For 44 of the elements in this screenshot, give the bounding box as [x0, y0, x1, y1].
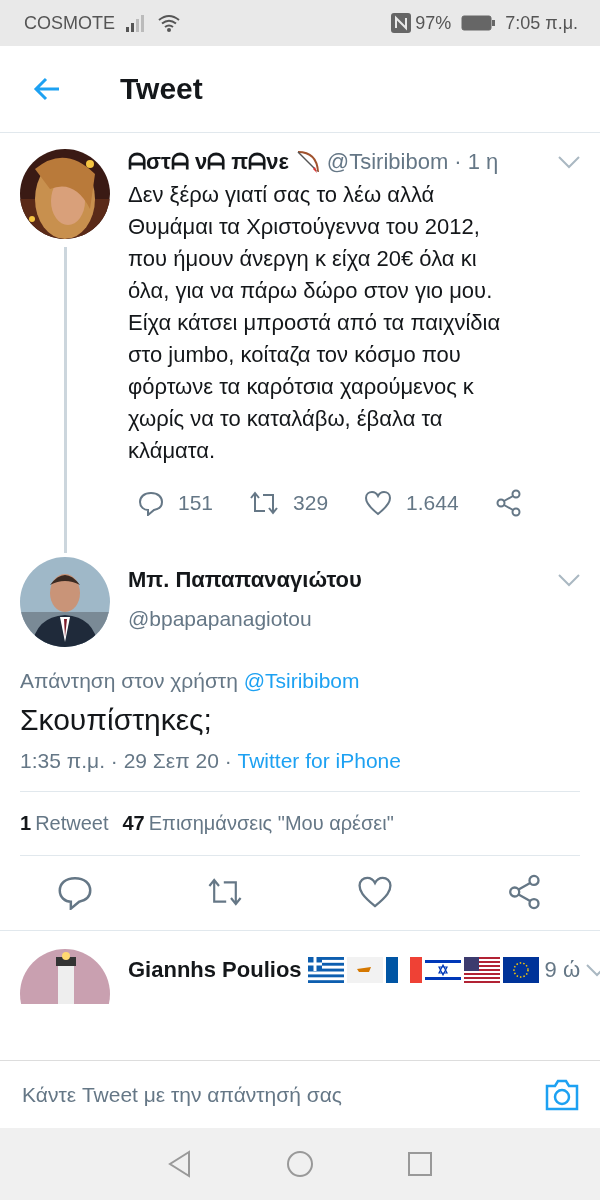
flag-icon — [307, 957, 344, 983]
tweet-time: · 1 η — [454, 149, 499, 175]
heart-icon — [364, 490, 393, 516]
retweet-icon — [249, 491, 280, 515]
tweet-text: Δεν ξέρω γιατί σας το λέω αλλά Θυμάμαι τα Χριστούγεννα του 2012, που ήμουν άνεργη κ είχα 20€ όλα κι όλα, για να πάρω δώρο στον γιο μου. Είχα κάτσει μπροστά από τα παιχνίδια στο jumbo, κοίταζα τον κόσμο που φόρτωνε τα καρότσια χαρούμενος κ χωρίς να το καταλάβω, έβαλα τα κλάματα. — [128, 181, 502, 465]
flag-icon — [424, 957, 461, 983]
share-button[interactable] — [494, 489, 523, 517]
carrier-name: COSMOTE — [24, 12, 115, 34]
tweet-text: Σκουπίστηκες; — [20, 703, 213, 737]
author-handle[interactable]: @Tsiribibom — [326, 149, 449, 175]
author-name[interactable]: Giannhs Poulios — [128, 957, 302, 983]
tweet-timestamp: 1:35 π.μ. · 29 Σεπ 20 · Twitter for iPhone — [20, 749, 402, 773]
reply-button[interactable]: 151 — [138, 490, 214, 516]
tweet-time: 9 ώ — [544, 957, 581, 983]
reply-button[interactable] — [57, 874, 93, 910]
flag-icon — [502, 957, 539, 983]
reply-icon — [138, 490, 164, 516]
camera-icon[interactable] — [544, 1078, 580, 1112]
page-title: Tweet — [120, 72, 203, 106]
flag-icon — [463, 957, 500, 983]
share-button[interactable] — [507, 874, 543, 910]
retweet-count[interactable]: 1 Retweet — [20, 812, 109, 835]
mention-link[interactable]: @Tsiribibom — [243, 669, 360, 692]
source-link[interactable]: Twitter for iPhone — [237, 749, 401, 772]
battery-percent: 97% — [415, 12, 452, 34]
home-nav-button[interactable] — [285, 1149, 315, 1179]
recents-nav-button[interactable] — [405, 1149, 435, 1179]
wifi-icon — [157, 14, 181, 32]
reply-context: Απάντηση στον χρήστη @Tsiribibom — [20, 669, 361, 693]
signal-icon — [125, 14, 147, 32]
like-button[interactable]: 1.644 — [364, 490, 459, 516]
bow-and-arrow-icon — [294, 149, 321, 175]
retweet-button[interactable]: 329 — [249, 491, 329, 515]
author-handle[interactable]: @bpapapanagiotou — [128, 607, 580, 631]
like-count[interactable]: 47 Επισημάνσεις "Μου αρέσει" — [122, 812, 394, 835]
clock-time: 7:05 π.μ. — [505, 12, 578, 34]
author-name[interactable]: ᗩστᗩ νᗩ πᗩνε — [128, 149, 289, 175]
reply-field[interactable]: Κάντε Tweet με την απάντησή σας — [20, 1082, 544, 1108]
author-name[interactable]: Μπ. Παπαπαναγιώτου — [128, 567, 362, 593]
flag-icon — [346, 957, 383, 983]
flag-icon — [385, 957, 422, 983]
like-button[interactable] — [357, 874, 393, 910]
nfc-icon — [391, 13, 412, 33]
battery-icon — [461, 15, 496, 31]
